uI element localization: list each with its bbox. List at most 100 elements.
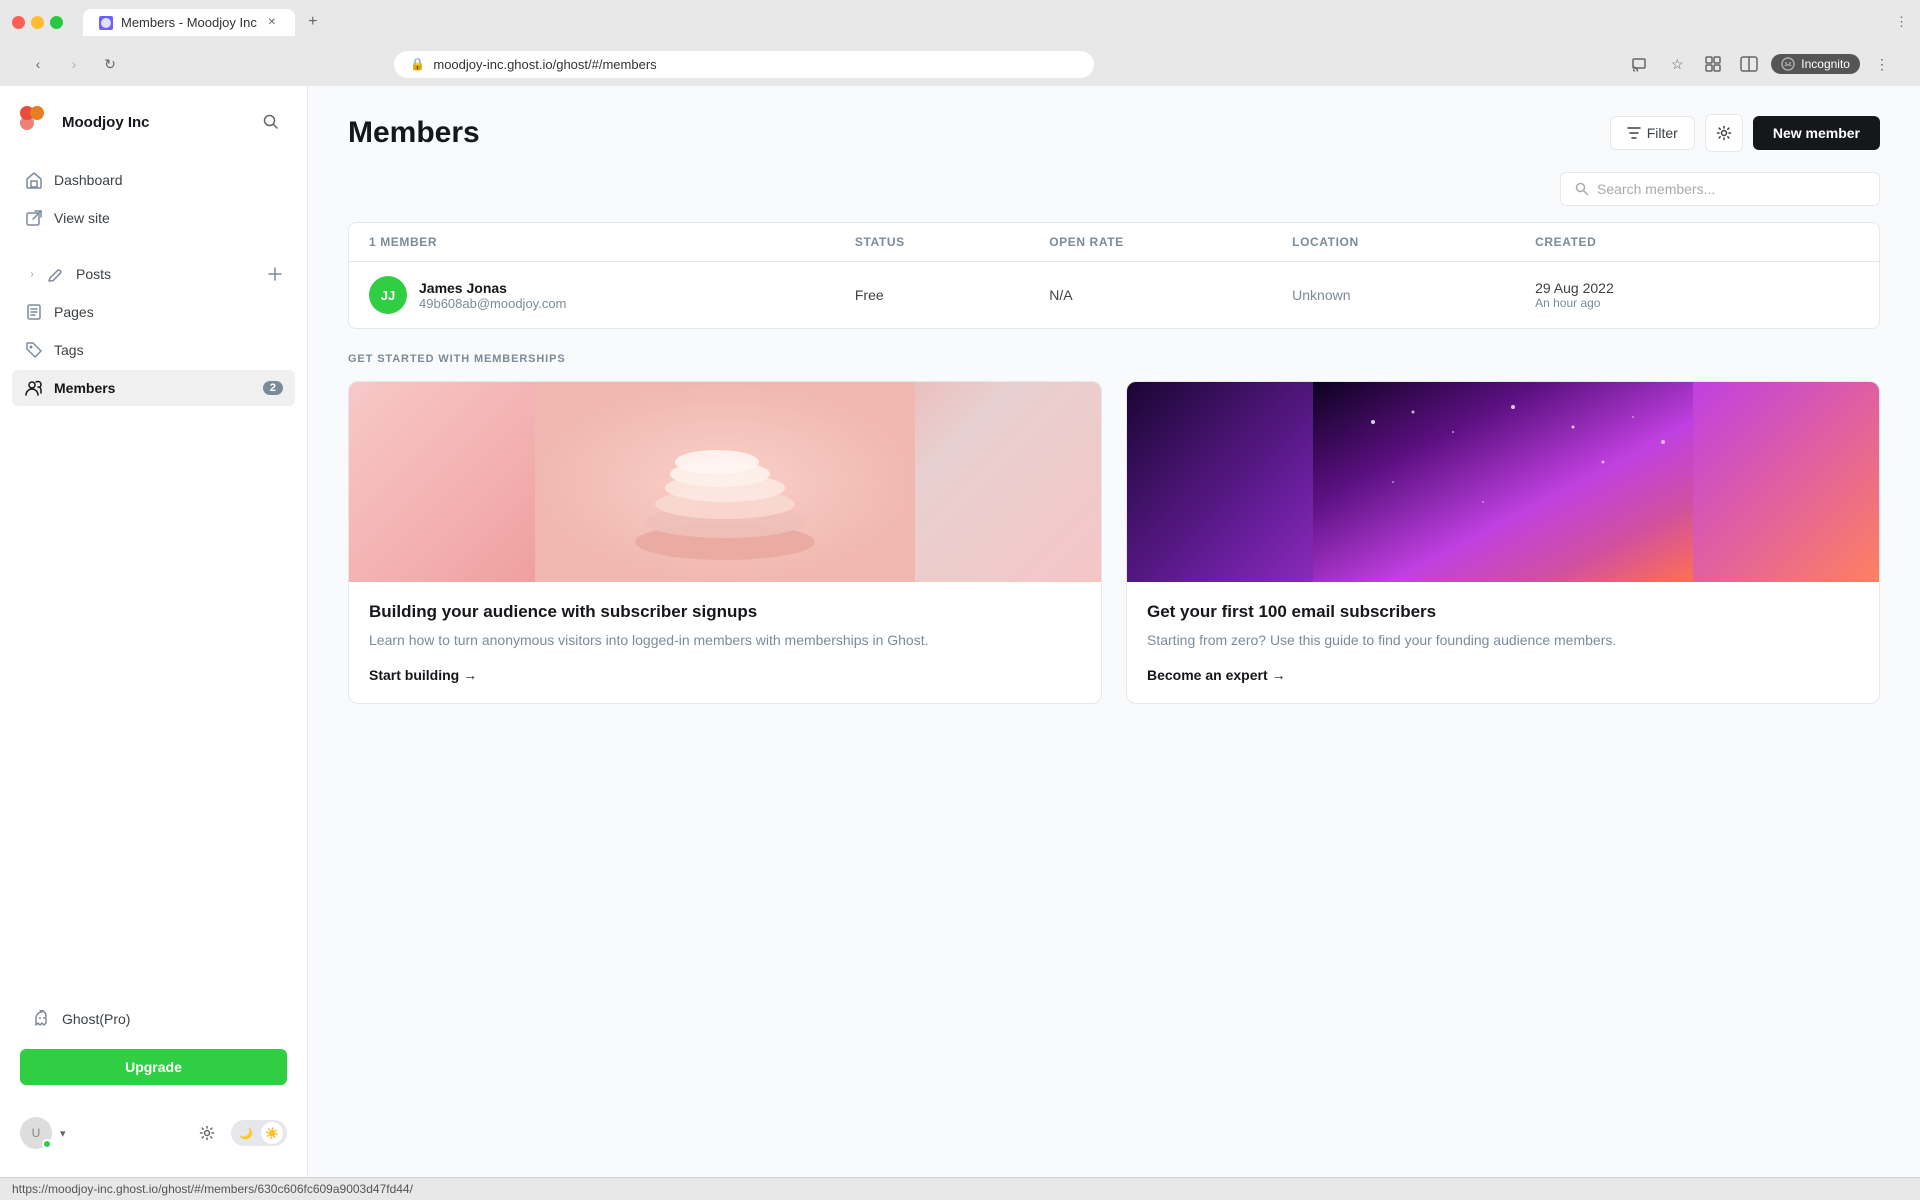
card-body: Building your audience with subscriber s… — [349, 582, 1101, 703]
card-title: Building your audience with subscriber s… — [369, 602, 1081, 622]
tab-bar: Members - Moodjoy Inc ✕ + — [83, 8, 327, 36]
table-row[interactable]: JJ James Jonas 49b608ab@moodjoy.com Free… — [349, 262, 1879, 328]
sidebar-item-pages[interactable]: Pages — [12, 294, 295, 330]
members-badge: 2 — [263, 381, 283, 395]
sidebar-item-view-site[interactable]: View site — [12, 200, 295, 236]
sidebar-bottom: Ghost(Pro) Upgrade — [0, 985, 307, 1101]
browser-menu-icon[interactable]: ⋮ — [1868, 50, 1896, 78]
window-controls — [12, 16, 63, 29]
tab-favicon — [99, 16, 113, 30]
ghost-icon — [32, 1009, 52, 1029]
col-header-member: 1 MEMBER — [369, 235, 855, 249]
avatar[interactable]: U — [20, 1117, 52, 1149]
theme-toggle[interactable]: 🌙 ☀️ — [231, 1120, 287, 1146]
forward-button[interactable]: › — [60, 50, 88, 78]
card-link[interactable]: Start building → — [369, 667, 1081, 683]
sidebar-item-members-label: Members — [54, 380, 115, 396]
new-tab-button[interactable]: + — [299, 8, 327, 36]
cards-container: Building your audience with subscriber s… — [348, 381, 1880, 704]
sidebar-item-dashboard[interactable]: Dashboard — [12, 162, 295, 198]
extensions-icon[interactable] — [1699, 50, 1727, 78]
created-date: 29 Aug 2022 — [1535, 280, 1859, 296]
member-email: 49b608ab@moodjoy.com — [419, 296, 566, 311]
window-menu-icon[interactable]: ⋮ — [1895, 14, 1908, 30]
member-details: James Jonas 49b608ab@moodjoy.com — [419, 280, 566, 311]
table-header: 1 MEMBER STATUS OPEN RATE LOCATION CREAT… — [349, 223, 1879, 262]
sidebar: Moodjoy Inc Dashboard View site — [0, 86, 308, 1177]
filter-button[interactable]: Filter — [1610, 116, 1695, 150]
search-icon — [1575, 182, 1589, 196]
member-created: 29 Aug 2022 An hour ago — [1535, 280, 1859, 310]
sidebar-item-pages-label: Pages — [54, 304, 94, 320]
sidebar-item-tags-label: Tags — [54, 342, 84, 358]
brand-name: Moodjoy Inc — [62, 114, 150, 131]
add-post-button[interactable] — [267, 266, 283, 282]
dark-theme-option[interactable]: 🌙 — [235, 1122, 257, 1144]
bookmark-icon[interactable]: ☆ — [1663, 50, 1691, 78]
back-button[interactable]: ‹ — [24, 50, 52, 78]
member-open-rate: N/A — [1049, 287, 1292, 303]
address-bar[interactable]: 🔒 moodjoy-inc.ghost.io/ghost/#/members — [394, 51, 1094, 78]
col-header-location: LOCATION — [1292, 235, 1535, 249]
pages-icon — [24, 302, 44, 322]
incognito-label: Incognito — [1801, 57, 1850, 71]
get-started-section: GET STARTED WITH MEMBERSHIPS — [348, 353, 1880, 704]
card-link-2[interactable]: Become an expert → — [1147, 667, 1859, 683]
active-tab[interactable]: Members - Moodjoy Inc ✕ — [83, 9, 295, 36]
member-status: Free — [855, 287, 1049, 303]
tab-close-button[interactable]: ✕ — [265, 16, 279, 30]
external-link-icon — [24, 208, 44, 228]
search-bar — [1560, 172, 1880, 206]
minimize-window-dot[interactable] — [31, 16, 44, 29]
card-title-2: Get your first 100 email subscribers — [1147, 602, 1859, 622]
card-email-subscribers[interactable]: Get your first 100 email subscribers Sta… — [1126, 381, 1880, 704]
settings-footer-button[interactable] — [191, 1117, 223, 1149]
close-window-dot[interactable] — [12, 16, 25, 29]
main-content: Members Filter New member — [308, 86, 1920, 1177]
search-container — [308, 172, 1920, 222]
maximize-window-dot[interactable] — [50, 16, 63, 29]
sidebar-header: Moodjoy Inc — [0, 106, 307, 162]
sidebar-item-dashboard-label: Dashboard — [54, 172, 123, 188]
sidebar-item-posts[interactable]: › Posts — [12, 256, 295, 292]
members-settings-button[interactable] — [1705, 114, 1743, 152]
col-header-open-rate: OPEN RATE — [1049, 235, 1292, 249]
sidebar-item-view-site-label: View site — [54, 210, 110, 226]
split-view-icon[interactable] — [1735, 50, 1763, 78]
page-header: Members Filter New member — [308, 86, 1920, 172]
sidebar-item-members[interactable]: Members 2 — [12, 370, 295, 406]
sidebar-item-tags[interactable]: Tags — [12, 332, 295, 368]
header-actions: Filter New member — [1610, 114, 1880, 152]
tab-title: Members - Moodjoy Inc — [121, 15, 257, 30]
card-description: Learn how to turn anonymous visitors int… — [369, 630, 1081, 651]
created-ago: An hour ago — [1535, 296, 1859, 310]
card-description-2: Starting from zero? Use this guide to fi… — [1147, 630, 1859, 651]
member-name: James Jonas — [419, 280, 566, 296]
ghost-pro-label: Ghost(Pro) — [62, 1011, 130, 1027]
sidebar-item-ghost-pro[interactable]: Ghost(Pro) — [20, 1001, 287, 1037]
get-started-label: GET STARTED WITH MEMBERSHIPS — [348, 353, 1880, 365]
status-url: https://moodjoy-inc.ghost.io/ghost/#/mem… — [12, 1182, 413, 1196]
address-text: moodjoy-inc.ghost.io/ghost/#/members — [433, 57, 656, 72]
user-status-dot — [42, 1139, 52, 1149]
page-title: Members — [348, 116, 480, 150]
user-menu-chevron[interactable]: ▾ — [60, 1127, 66, 1140]
status-bar: https://moodjoy-inc.ghost.io/ghost/#/mem… — [0, 1177, 1920, 1200]
reload-button[interactable]: ↻ — [96, 50, 124, 78]
upgrade-button[interactable]: Upgrade — [20, 1049, 287, 1085]
incognito-badge[interactable]: Incognito — [1771, 54, 1860, 74]
card-image-purple — [1127, 382, 1879, 582]
sidebar-item-posts-label: Posts — [76, 266, 111, 282]
members-table: 1 MEMBER STATUS OPEN RATE LOCATION CREAT… — [348, 222, 1880, 329]
sidebar-nav-content: › Posts Pages Tags — [0, 256, 307, 406]
member-location: Unknown — [1292, 287, 1535, 303]
home-icon — [24, 170, 44, 190]
card-subscriber-signups[interactable]: Building your audience with subscriber s… — [348, 381, 1102, 704]
sidebar-search-button[interactable] — [255, 106, 287, 138]
light-theme-option[interactable]: ☀️ — [261, 1122, 283, 1144]
search-input[interactable] — [1597, 181, 1865, 197]
new-member-button[interactable]: New member — [1753, 116, 1880, 150]
sidebar-footer-actions: 🌙 ☀️ — [191, 1117, 287, 1149]
avatar: JJ — [369, 276, 407, 314]
tag-icon — [24, 340, 44, 360]
